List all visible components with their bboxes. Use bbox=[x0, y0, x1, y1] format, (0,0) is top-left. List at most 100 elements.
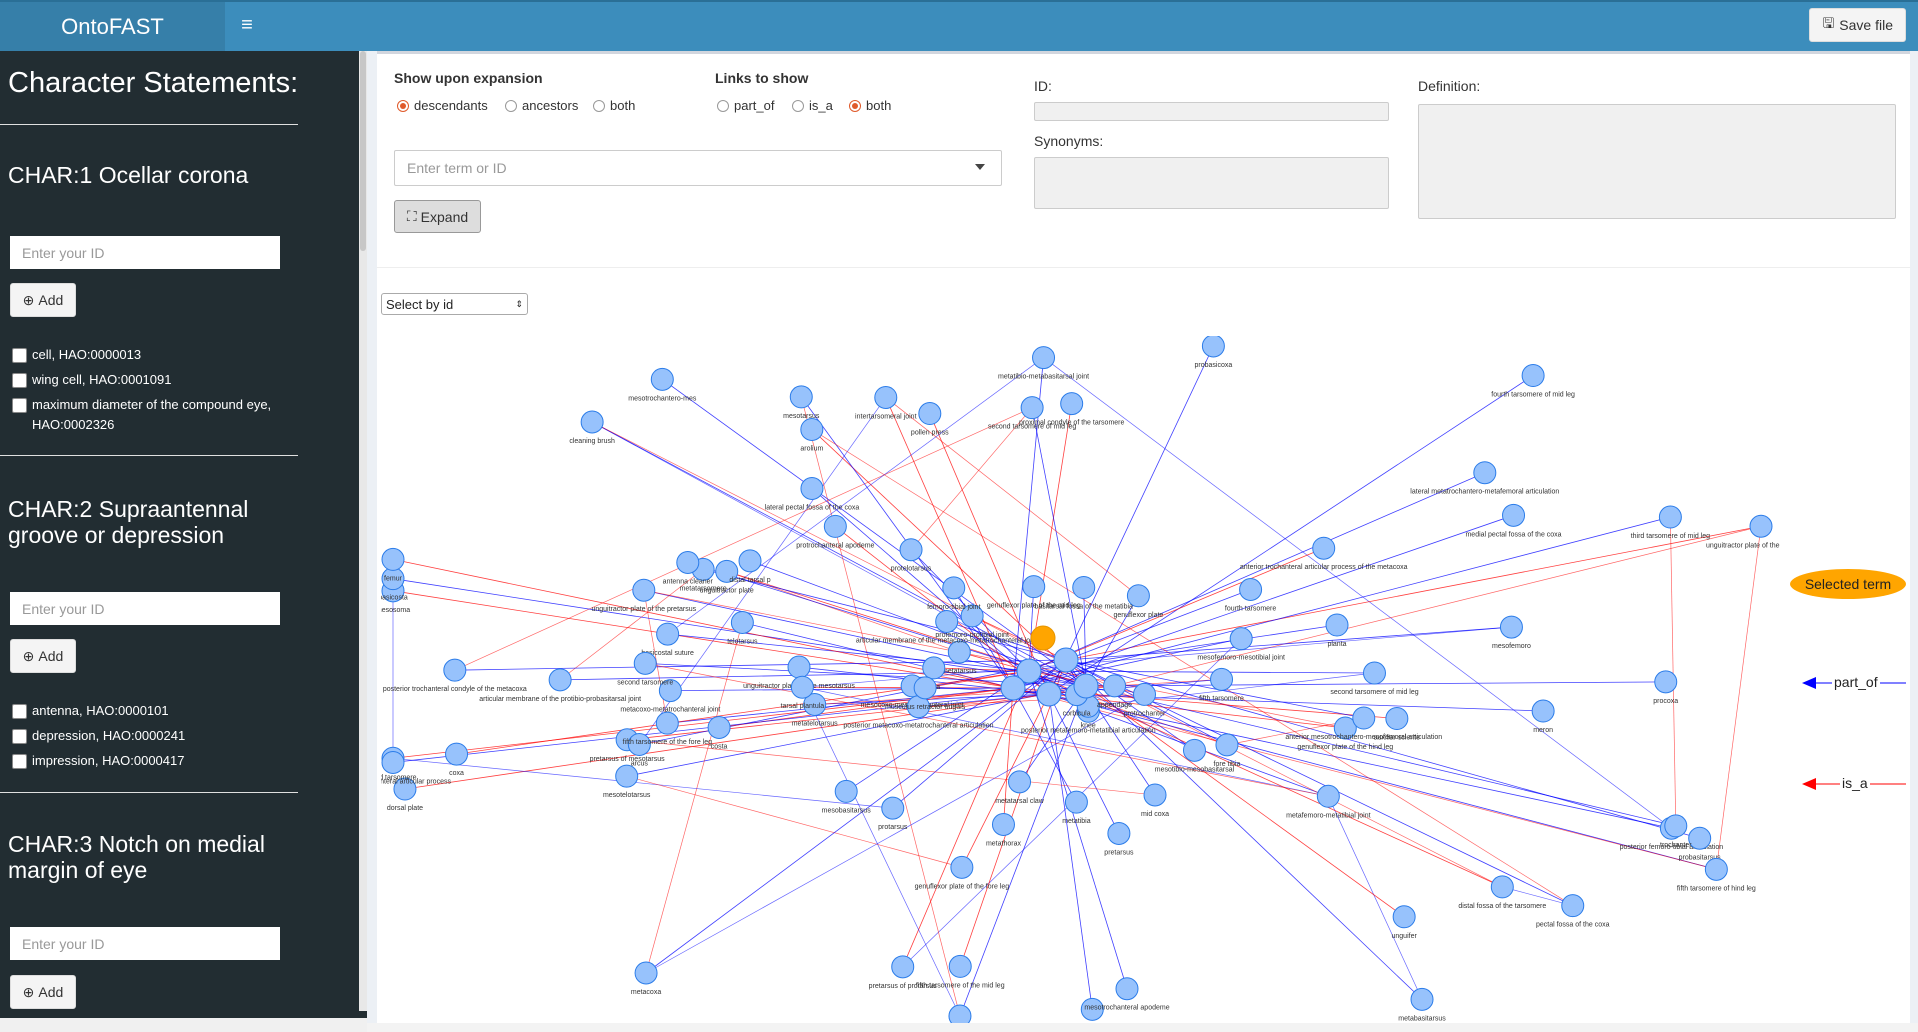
graph-edge bbox=[645, 622, 743, 974]
graph-node-label: metabasitarsus bbox=[1398, 1015, 1446, 1022]
graph-node bbox=[634, 961, 658, 985]
ontology-network-graph[interactable]: articular membrane of the protibio-proba… bbox=[381, 336, 1781, 1026]
radio-is-a[interactable]: is_a bbox=[792, 98, 833, 113]
char-2-add-button[interactable]: ⊕ Add bbox=[10, 639, 76, 673]
radio-dot[interactable] bbox=[792, 99, 804, 112]
graph-node-label: mesotrochantero-mes bbox=[628, 395, 697, 402]
select-by-id[interactable]: Select by id ⇕ bbox=[381, 293, 528, 315]
radio-dot[interactable] bbox=[593, 99, 605, 112]
graph-node-label: mesobasitarsus bbox=[822, 807, 872, 814]
graph-node bbox=[1473, 461, 1497, 485]
checkbox[interactable] bbox=[12, 729, 27, 744]
sidebar-scrollbar[interactable] bbox=[359, 51, 367, 1011]
expand-button[interactable]: ⛶ Expand bbox=[394, 200, 481, 233]
char-3-id-input[interactable]: Enter your ID bbox=[10, 927, 280, 960]
graph-node-label: articular membrane of the protibio-proba… bbox=[479, 696, 641, 703]
graph-node-label: fifth tarsomere of the fore leg bbox=[623, 739, 713, 746]
synonyms-field[interactable] bbox=[1034, 157, 1389, 209]
graph-edge bbox=[929, 413, 1050, 695]
graph-node-label: mesotarsus bbox=[783, 413, 820, 420]
char-2-term-1[interactable]: antenna, HAO:0000101 bbox=[12, 701, 292, 721]
graph-node bbox=[787, 655, 811, 679]
radio-dot[interactable] bbox=[717, 99, 729, 112]
radio-dot[interactable] bbox=[397, 99, 409, 112]
graph-node bbox=[948, 954, 972, 978]
graph-node bbox=[1239, 578, 1263, 602]
char-1-term-3[interactable]: maximum diameter of the compound eye, HA… bbox=[12, 395, 292, 434]
graph-node bbox=[1658, 505, 1682, 529]
graph-edge bbox=[1065, 525, 1762, 661]
graph-node bbox=[1022, 575, 1046, 599]
term-label: wing cell, HAO:0001091 bbox=[32, 372, 172, 387]
char-1-term-2[interactable]: wing cell, HAO:0001091 bbox=[12, 370, 292, 390]
checkbox[interactable] bbox=[12, 398, 27, 413]
term-label: maximum diameter of the compound eye, HA… bbox=[32, 397, 272, 432]
graph-node-label: metacoxa bbox=[631, 989, 661, 996]
graph-node bbox=[1215, 733, 1239, 757]
term-search-select[interactable]: Enter term or ID bbox=[394, 150, 1002, 186]
graph-node bbox=[1490, 875, 1514, 899]
graph-node-label: medial pectal fossa of the coxa bbox=[1465, 531, 1561, 538]
graph-node-label: trochanter bbox=[1660, 842, 1692, 849]
char-3-add-button[interactable]: ⊕ Add bbox=[10, 975, 76, 1009]
graph-node bbox=[1229, 627, 1253, 651]
graph-node-label: fifth tarsomere of hind leg bbox=[1677, 885, 1756, 892]
checkbox[interactable] bbox=[12, 348, 27, 363]
graph-node-label: metacoxo-metatrochanteral joint bbox=[620, 707, 720, 714]
radio-descendants[interactable]: descendants bbox=[397, 98, 488, 113]
graph-node-label: mesotibio-mesobasitarsal bbox=[1155, 766, 1235, 773]
graph-node-label: antenna cleaner bbox=[663, 578, 714, 585]
char-2-id-input[interactable]: Enter your ID bbox=[10, 592, 280, 625]
graph-node-label: basicosta bbox=[381, 595, 408, 602]
char-1-id-input[interactable]: Enter your ID bbox=[10, 236, 280, 269]
graph-node bbox=[1020, 396, 1044, 420]
radio-dot[interactable] bbox=[505, 99, 517, 112]
sidebar-horizontal-scrollbar[interactable] bbox=[0, 1018, 367, 1032]
graph-edge bbox=[626, 775, 962, 868]
term-label: cell, HAO:0000013 bbox=[32, 347, 142, 362]
definition-field[interactable] bbox=[1418, 104, 1896, 219]
add-label: Add bbox=[38, 292, 64, 308]
graph-node-label: tarsal plantula bbox=[781, 703, 825, 710]
char-2-term-3[interactable]: impression, HAO:0000417 bbox=[12, 751, 292, 771]
radio-dot[interactable] bbox=[849, 99, 861, 112]
checkbox[interactable] bbox=[12, 754, 27, 769]
graph-node-label: fifth tarsomere bbox=[1199, 695, 1244, 702]
radio-ancestors[interactable]: ancestors bbox=[505, 98, 578, 113]
scroll-thumb[interactable] bbox=[360, 51, 366, 251]
char-1-term-1[interactable]: cell, HAO:0000013 bbox=[12, 345, 292, 365]
graph-node bbox=[1531, 699, 1555, 723]
graph-node bbox=[381, 547, 405, 571]
radio-part-of[interactable]: part_of bbox=[717, 98, 774, 113]
graph-node bbox=[1704, 857, 1728, 881]
id-field[interactable] bbox=[1034, 102, 1389, 121]
updown-icon: ⇕ bbox=[515, 298, 523, 309]
graph-node bbox=[1064, 790, 1088, 814]
radio-both-links[interactable]: both bbox=[849, 98, 891, 113]
graph-node-label: mesofemoro-mesotibial joint bbox=[1197, 655, 1285, 662]
save-file-button[interactable]: 🖫 Save file bbox=[1809, 8, 1906, 42]
char-1-add-button[interactable]: ⊕ Add bbox=[10, 283, 76, 317]
legend-selected-term: Selected term bbox=[1790, 569, 1906, 599]
graph-node bbox=[1032, 346, 1056, 370]
graph-edge bbox=[1048, 693, 1717, 870]
radio-both-expansion[interactable]: both bbox=[593, 98, 635, 113]
save-file-label: Save file bbox=[1839, 17, 1893, 33]
divider bbox=[0, 792, 298, 793]
graph-node-label: genuflexor plate bbox=[1113, 612, 1163, 619]
floppy-icon: 🖫 bbox=[1822, 15, 1835, 31]
checkbox[interactable] bbox=[12, 373, 27, 388]
graph-node bbox=[800, 417, 824, 441]
checkbox[interactable] bbox=[12, 704, 27, 719]
graph-node bbox=[655, 711, 679, 735]
app-logo[interactable]: OntoFAST bbox=[0, 2, 225, 51]
main-horizontal-scrollbar[interactable] bbox=[367, 1023, 1918, 1032]
graph-node-label: fourth tarsomere of mid leg bbox=[1491, 392, 1575, 399]
hamburger-icon[interactable]: ≡ bbox=[236, 14, 258, 36]
graph-node bbox=[1312, 536, 1336, 560]
term-placeholder: Enter term or ID bbox=[407, 160, 507, 176]
graph-node bbox=[891, 955, 915, 979]
graph-node-label: metatelotarsus bbox=[792, 720, 838, 727]
char-2-term-2[interactable]: depression, HAO:0000241 bbox=[12, 726, 292, 746]
graph-node bbox=[1072, 576, 1096, 600]
